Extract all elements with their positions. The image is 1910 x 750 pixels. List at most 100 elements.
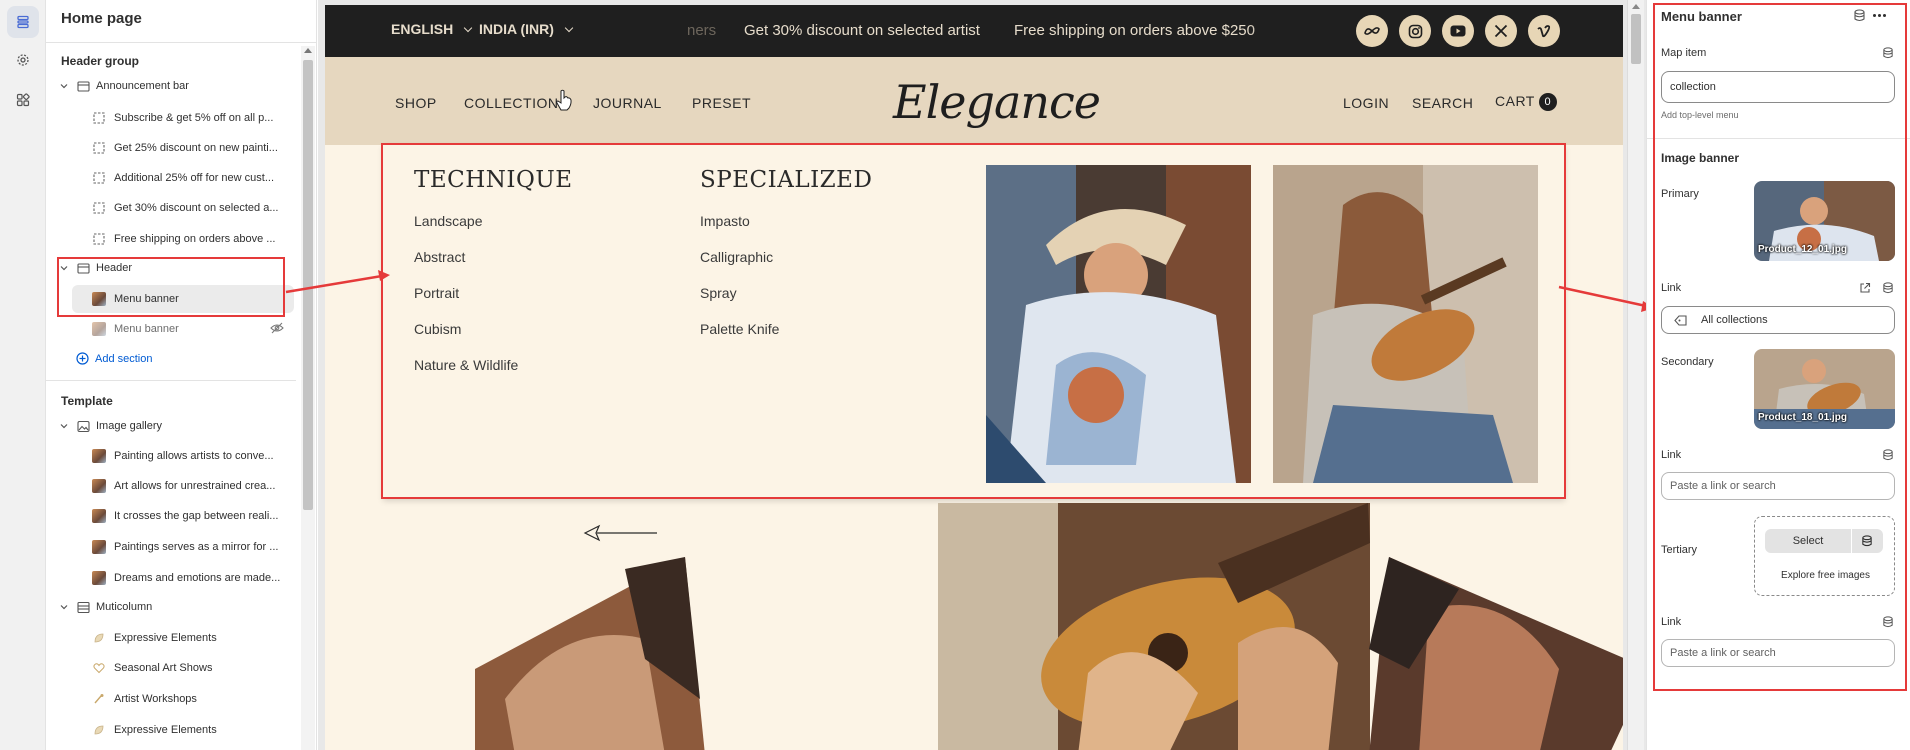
tree-item-announcement[interactable]: Get 30% discount on selected a...	[46, 194, 296, 222]
page-title[interactable]: Home page	[61, 10, 142, 27]
theme-editor: Home page Header group Announcement bar …	[0, 0, 1910, 750]
tree-item-announcement-bar[interactable]: Announcement bar	[46, 72, 296, 100]
tree-item-label: Image gallery	[96, 420, 163, 432]
tree-item-label: Dreams and emotions are made...	[114, 572, 281, 584]
chevron-down-icon[interactable]	[60, 82, 72, 90]
image-thumbnail	[92, 540, 106, 554]
chevron-down-icon[interactable]	[60, 422, 72, 430]
scrollbar-thumb[interactable]	[303, 60, 313, 510]
divider	[46, 42, 316, 43]
announcement-text[interactable]: Free shipping on orders above $250	[1014, 22, 1255, 39]
vimeo-icon[interactable]	[1528, 15, 1560, 47]
plus-circle-icon	[76, 352, 89, 365]
template-heading: Template	[61, 394, 113, 408]
gallery-image-left[interactable]	[475, 549, 705, 750]
tree-item-label: Additional 25% off for new cust...	[114, 172, 274, 184]
header-group-heading: Header group	[61, 54, 140, 68]
tree-item-label: Painting allows artists to conve...	[114, 450, 274, 462]
tree-item-gallery-image[interactable]: Painting allows artists to conve...	[46, 442, 296, 470]
currency-selector[interactable]: INDIA (INR)	[479, 21, 574, 37]
tree-item-label: Artist Workshops	[114, 693, 197, 705]
tree-item-gallery-image[interactable]: Art allows for unrestrained crea...	[46, 472, 296, 500]
image-thumbnail	[92, 509, 106, 523]
tree-item-gallery-image[interactable]: It crosses the gap between reali...	[46, 502, 296, 530]
sidebar-scrollbar[interactable]	[301, 46, 315, 750]
tree-item-image-gallery[interactable]: Image gallery	[46, 412, 296, 440]
tree-item-label: Expressive Elements	[114, 724, 217, 736]
tree-item-column[interactable]: Expressive Elements	[46, 624, 296, 652]
announcement-bar-icon	[76, 79, 90, 93]
tree-item-label: Subscribe & get 5% off on all p...	[114, 112, 274, 124]
tree-item-announcement[interactable]: Get 25% discount on new painti...	[46, 134, 296, 162]
tree-item-label: Paintings serves as a mirror for ...	[114, 541, 279, 553]
tree-item-label: Expressive Elements	[114, 632, 217, 644]
block-icon	[92, 111, 106, 125]
tree-item-multicolumn[interactable]: Muticolumn	[46, 593, 296, 621]
multicolumn-icon	[76, 600, 90, 614]
tree-item-announcement[interactable]: Subscribe & get 5% off on all p...	[46, 104, 296, 132]
gallery-image-center[interactable]	[938, 503, 1370, 750]
heart-icon	[92, 661, 106, 675]
tree-item-announcement[interactable]: Free shipping on orders above ...	[46, 225, 296, 253]
brush-icon	[92, 692, 106, 706]
announcement-text[interactable]: Get 30% discount on selected artist	[744, 22, 980, 39]
tree-item-label: Announcement bar	[96, 80, 189, 92]
image-thumbnail	[92, 571, 106, 585]
divider	[46, 380, 296, 381]
youtube-icon[interactable]	[1442, 15, 1474, 47]
tree-item-gallery-image[interactable]: Paintings serves as a mirror for ...	[46, 533, 296, 561]
tree-item-column[interactable]: Expressive Elements	[46, 716, 296, 744]
announcement-topbar: ENGLISH INDIA (INR) ners Get 30% discoun…	[325, 5, 1623, 57]
tree-item-column[interactable]: Seasonal Art Shows	[46, 654, 296, 682]
chevron-down-icon[interactable]	[60, 603, 72, 611]
tree-item-menu-banner-hidden[interactable]: Menu banner	[46, 315, 296, 343]
highlight-box	[1653, 3, 1907, 691]
preview-scrollbar[interactable]	[1627, 0, 1644, 750]
scroll-up-arrow-icon[interactable]	[1632, 4, 1640, 9]
scrollbar-thumb[interactable]	[1631, 14, 1641, 64]
currency-label: INDIA (INR)	[479, 21, 554, 37]
image-thumbnail	[92, 479, 106, 493]
chevron-down-icon	[564, 23, 574, 32]
apps-icon[interactable]	[7, 84, 39, 116]
leaf-icon	[92, 723, 106, 737]
leaf-icon	[92, 631, 106, 645]
storefront-page: ENGLISH INDIA (INR) ners Get 30% discoun…	[325, 5, 1623, 750]
carousel-prev-arrow-icon[interactable]	[583, 521, 659, 545]
section-sidebar: Home page Header group Announcement bar …	[46, 0, 317, 750]
block-icon	[92, 141, 106, 155]
language-label: ENGLISH	[391, 21, 454, 37]
block-icon	[92, 201, 106, 215]
highlight-box	[381, 143, 1566, 499]
x-icon[interactable]	[1485, 15, 1517, 47]
left-rail	[0, 0, 46, 750]
tree-item-announcement[interactable]: Additional 25% off for new cust...	[46, 164, 296, 192]
sections-icon[interactable]	[7, 6, 39, 38]
tree-item-label: Free shipping on orders above ...	[114, 233, 276, 245]
image-thumbnail	[92, 449, 106, 463]
block-icon	[92, 171, 106, 185]
add-section-label: Add section	[95, 352, 153, 365]
language-selector[interactable]: ENGLISH	[391, 21, 473, 37]
gallery-image-right[interactable]	[1369, 549, 1623, 750]
tree-item-label: It crosses the gap between reali...	[114, 510, 279, 522]
block-icon	[92, 232, 106, 246]
tree-item-label: Get 30% discount on selected a...	[114, 202, 279, 214]
tree-item-label: Art allows for unrestrained crea...	[114, 480, 276, 492]
chevron-down-icon	[463, 23, 473, 32]
fade-overlay	[1245, 5, 1325, 57]
scroll-up-arrow-icon[interactable]	[304, 48, 312, 53]
settings-gear-icon[interactable]	[7, 44, 39, 76]
meta-icon[interactable]	[1356, 15, 1388, 47]
eye-hidden-icon[interactable]	[270, 322, 284, 337]
tree-item-label: Muticolumn	[96, 601, 153, 613]
add-section-button[interactable]: Add section	[76, 352, 152, 365]
tree-item-gallery-image[interactable]: Dreams and emotions are made...	[46, 564, 296, 592]
instagram-icon[interactable]	[1399, 15, 1431, 47]
tree-item-label: Menu banner	[114, 323, 179, 335]
main-navigation: SHOP COLLECTION JOURNAL PRESET Elegance …	[325, 57, 1623, 151]
tree-item-column[interactable]: Artist Workshops	[46, 685, 296, 713]
tree-item-label: Get 25% discount on new painti...	[114, 142, 278, 154]
announcement-text: ners	[687, 22, 717, 39]
tree-item-label: Seasonal Art Shows	[114, 662, 213, 674]
